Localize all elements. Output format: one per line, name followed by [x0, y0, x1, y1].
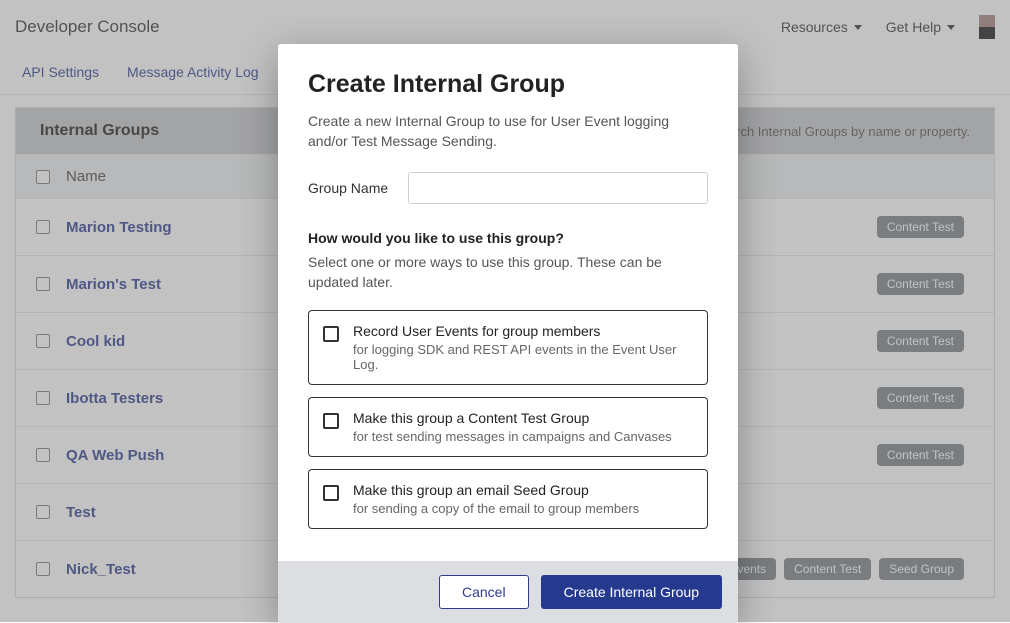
- create-internal-group-button[interactable]: Create Internal Group: [541, 575, 722, 609]
- option-checkbox[interactable]: [323, 485, 339, 501]
- usage-question-sub: Select one or more ways to use this grou…: [308, 252, 708, 293]
- tag: Content Test: [877, 444, 964, 466]
- group-name-input[interactable]: [408, 172, 708, 204]
- row-checkbox[interactable]: [36, 220, 50, 234]
- row-tags: Content Test: [877, 444, 984, 466]
- option-desc: for sending a copy of the email to group…: [353, 501, 639, 516]
- row-checkbox[interactable]: [36, 562, 50, 576]
- option-title: Make this group a Content Test Group: [353, 410, 672, 426]
- row-checkbox[interactable]: [36, 391, 50, 405]
- chevron-down-icon: [854, 25, 862, 30]
- create-internal-group-modal: Create Internal Group Create a new Inter…: [278, 44, 738, 623]
- row-checkbox[interactable]: [36, 448, 50, 462]
- row-tags: Content Test: [877, 387, 984, 409]
- modal-subtitle: Create a new Internal Group to use for U…: [308, 111, 708, 152]
- tag: Content Test: [877, 387, 964, 409]
- tag: Content Test: [877, 216, 964, 238]
- option-title: Make this group an email Seed Group: [353, 482, 639, 498]
- usage-option[interactable]: Make this group a Content Test Group for …: [308, 397, 708, 457]
- usage-question: How would you like to use this group?: [308, 230, 708, 246]
- modal-footer: Cancel Create Internal Group: [278, 561, 738, 623]
- cancel-button[interactable]: Cancel: [439, 575, 529, 609]
- row-checkbox[interactable]: [36, 277, 50, 291]
- panel-title: Internal Groups: [40, 122, 159, 140]
- option-checkbox[interactable]: [323, 326, 339, 342]
- row-tags: Content Test: [877, 216, 984, 238]
- modal-title: Create Internal Group: [308, 70, 708, 99]
- get-help-label: Get Help: [886, 19, 941, 35]
- group-name-label: Group Name: [308, 180, 388, 196]
- topbar-right: Resources Get Help: [781, 15, 995, 39]
- tab-message-activity-log[interactable]: Message Activity Log: [127, 64, 259, 80]
- resources-label: Resources: [781, 19, 848, 35]
- app-title: Developer Console: [15, 17, 160, 37]
- option-checkbox[interactable]: [323, 413, 339, 429]
- resources-menu[interactable]: Resources: [781, 19, 862, 35]
- option-desc: for test sending messages in campaigns a…: [353, 429, 672, 444]
- usage-option[interactable]: Make this group an email Seed Group for s…: [308, 469, 708, 529]
- search-input[interactable]: Search Internal Groups by name or proper…: [713, 124, 970, 139]
- option-title: Record User Events for group members: [353, 323, 691, 339]
- tag: Seed Group: [879, 558, 964, 580]
- get-help-menu[interactable]: Get Help: [886, 19, 955, 35]
- tag: Content Test: [784, 558, 871, 580]
- tag: Content Test: [877, 273, 964, 295]
- chevron-down-icon: [947, 25, 955, 30]
- row-checkbox[interactable]: [36, 334, 50, 348]
- row-tags: Content Test: [877, 330, 984, 352]
- select-all-checkbox[interactable]: [36, 170, 50, 184]
- tab-api-settings[interactable]: API Settings: [22, 64, 99, 80]
- row-checkbox[interactable]: [36, 505, 50, 519]
- tag: Content Test: [877, 330, 964, 352]
- row-tags: Content Test: [877, 273, 984, 295]
- avatar[interactable]: [979, 15, 995, 39]
- option-desc: for logging SDK and REST API events in t…: [353, 342, 691, 372]
- usage-option[interactable]: Record User Events for group members for …: [308, 310, 708, 385]
